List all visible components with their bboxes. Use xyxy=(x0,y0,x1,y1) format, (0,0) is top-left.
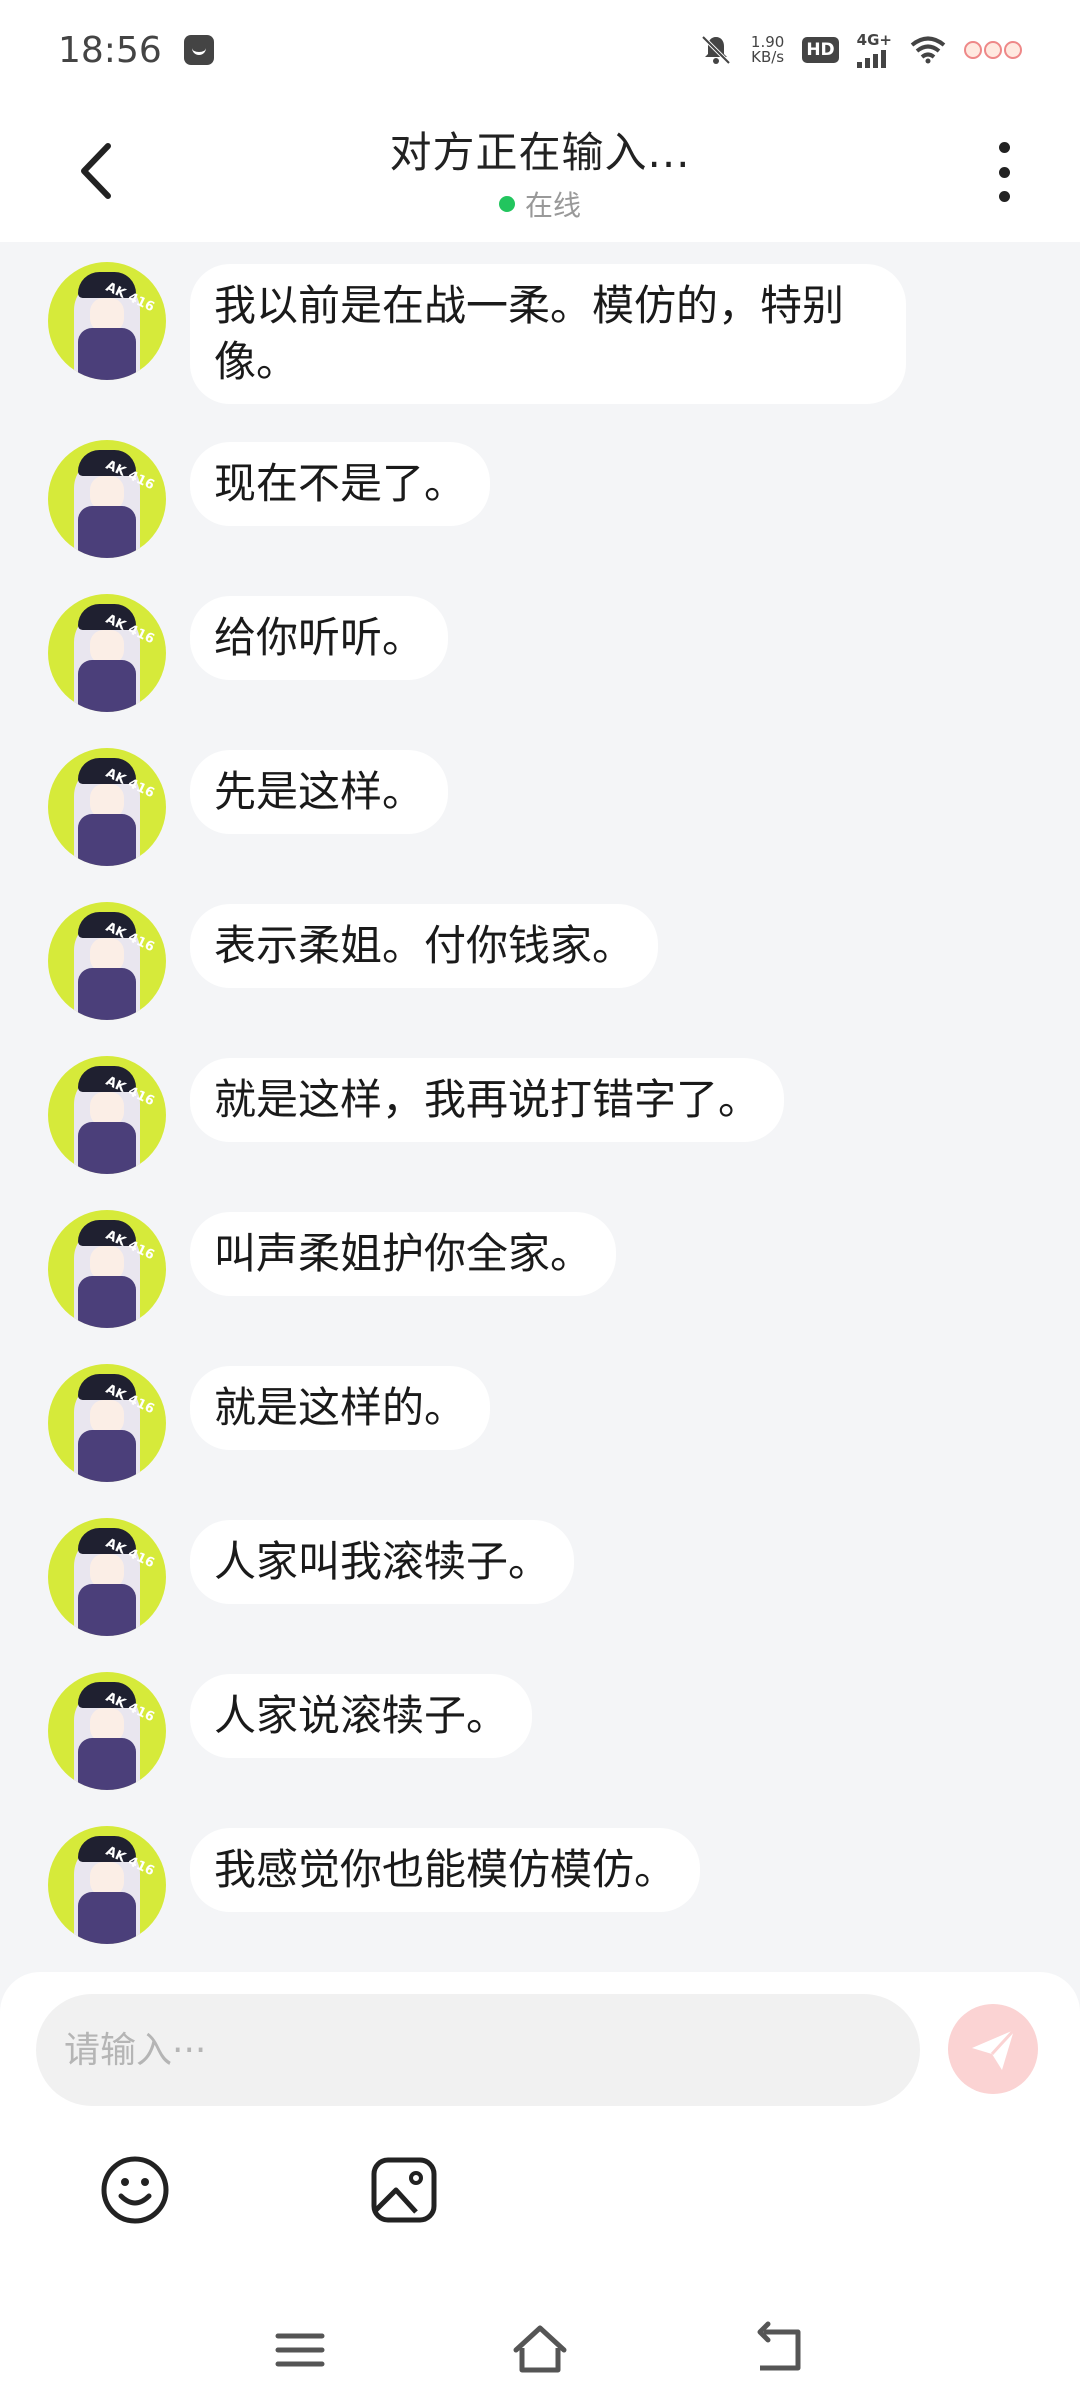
home-icon[interactable] xyxy=(510,2320,570,2380)
chevron-left-icon[interactable] xyxy=(70,138,122,204)
send-icon xyxy=(972,2028,1016,2070)
header-center: 对方正在输入... 在线 xyxy=(389,119,690,224)
message-row: AK 416 我感觉你也能模仿模仿。 xyxy=(48,1826,1080,1944)
message-bubble[interactable]: 人家叫我滚犊子。 xyxy=(190,1520,575,1604)
message-row: AK 416 现在不是了。 xyxy=(48,440,1080,558)
message-list: AK 416 我以前是在战一柔。模仿的，特别像。 AK 416 现在不是了。 AK 41… xyxy=(0,242,1080,1972)
message-bubble[interactable]: 表示柔姐。付你钱家。 xyxy=(190,904,659,988)
signal-indicator: 4G+ xyxy=(856,30,892,68)
message-bubble[interactable]: 叫声柔姐护你全家。 xyxy=(190,1212,617,1296)
avatar[interactable]: AK 416 xyxy=(48,902,166,1020)
message-row: AK 416 叫声柔姐护你全家。 xyxy=(48,1210,1080,1328)
status-icons: 1.90 KB/s HD 4G+ xyxy=(699,30,1022,68)
image-icon[interactable] xyxy=(366,2152,442,2228)
signal-bars-icon xyxy=(856,48,886,68)
system-nav-bar xyxy=(0,2290,1080,2408)
avatar[interactable]: AK 416 xyxy=(48,1364,166,1482)
menu-icon[interactable] xyxy=(270,2320,330,2380)
message-row: AK 416 先是这样。 xyxy=(48,748,1080,866)
page-title: 对方正在输入... xyxy=(389,127,691,177)
message-row: AK 416 表示柔姐。付你钱家。 xyxy=(48,902,1080,1020)
message-row: AK 416 人家叫我滚犊子。 xyxy=(48,1518,1080,1636)
online-dot-icon xyxy=(498,195,515,212)
avatar[interactable]: AK 416 xyxy=(48,1826,166,1944)
chat-header: 对方正在输入... 在线 xyxy=(0,100,1080,242)
message-bubble[interactable]: 先是这样。 xyxy=(190,750,449,834)
network-speed: 1.90 KB/s xyxy=(751,35,784,65)
status-time: 18:56 xyxy=(58,29,162,71)
message-bubble[interactable]: 我感觉你也能模仿模仿。 xyxy=(190,1828,701,1912)
online-status-text: 在线 xyxy=(524,188,581,222)
online-status: 在线 xyxy=(498,184,581,224)
message-bubble[interactable]: 就是这样，我再说打错字了。 xyxy=(190,1058,785,1142)
bell-off-icon xyxy=(701,35,731,65)
hd-badge: HD xyxy=(802,37,839,63)
message-input[interactable] xyxy=(64,2029,892,2071)
avatar[interactable]: AK 416 xyxy=(48,1672,166,1790)
message-row: AK 416 给你听听。 xyxy=(48,594,1080,712)
network-speed-unit: KB/s xyxy=(751,48,785,66)
message-row: AK 416 人家说滚犊子。 xyxy=(48,1672,1080,1790)
message-bubble[interactable]: 我以前是在战一柔。模仿的，特别像。 xyxy=(190,264,906,404)
message-bubble[interactable]: 人家说滚犊子。 xyxy=(190,1674,533,1758)
message-row: AK 416 就是这样，我再说打错字了。 xyxy=(48,1056,1080,1174)
avatar[interactable]: AK 416 xyxy=(48,1210,166,1328)
avatar[interactable]: AK 416 xyxy=(48,440,166,558)
notification-app-icon xyxy=(183,35,214,65)
message-bubble[interactable]: 就是这样的。 xyxy=(190,1366,491,1450)
message-bubble[interactable]: 给你听听。 xyxy=(190,596,449,680)
avatar[interactable]: AK 416 xyxy=(48,1056,166,1174)
emoji-icon[interactable] xyxy=(97,2152,173,2228)
status-bar: 18:56 1.90 KB/s HD 4G+ xyxy=(0,0,1080,100)
avatar[interactable]: AK 416 xyxy=(48,748,166,866)
avatar[interactable]: AK 416 xyxy=(48,262,166,380)
avatar[interactable]: AK 416 xyxy=(48,594,166,712)
message-bubble[interactable]: 现在不是了。 xyxy=(190,442,491,526)
send-button[interactable] xyxy=(948,2004,1038,2094)
signal-label: 4G+ xyxy=(856,30,892,49)
message-input-wrapper xyxy=(36,1994,920,2106)
back-icon[interactable] xyxy=(750,2320,810,2380)
avatar[interactable]: AK 416 xyxy=(48,1518,166,1636)
more-vertical-icon[interactable] xyxy=(990,142,1018,202)
message-row: AK 416 我以前是在战一柔。模仿的，特别像。 xyxy=(48,262,1080,404)
status-emoji-icons xyxy=(964,41,1022,59)
chat-screen: 18:56 1.90 KB/s HD 4G+ 对方正在输入... 在线 AK 4… xyxy=(0,0,1080,2408)
message-row: AK 416 就是这样的。 xyxy=(48,1364,1080,1482)
wifi-icon xyxy=(910,36,946,64)
input-panel xyxy=(0,1972,1080,2290)
